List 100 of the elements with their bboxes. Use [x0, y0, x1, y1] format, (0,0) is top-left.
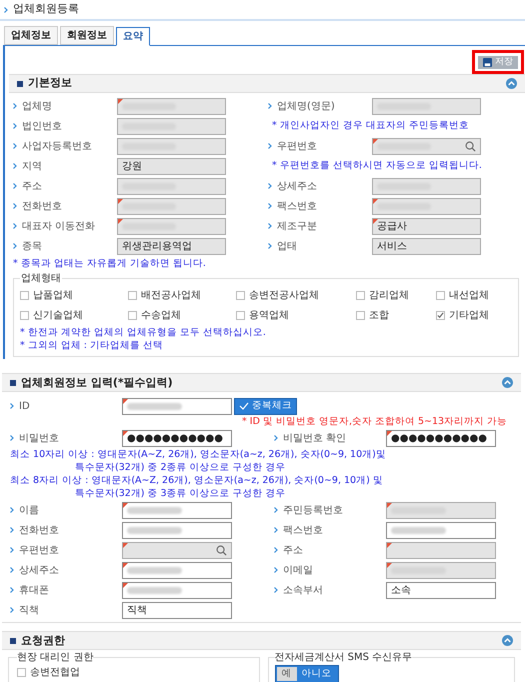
input-field[interactable]: [122, 502, 232, 519]
field-value: 위생관리용역업: [122, 240, 192, 254]
chevron-icon: [13, 183, 17, 189]
section-title: 기본정보: [28, 75, 72, 92]
field-label: 지역: [22, 160, 42, 174]
input-field[interactable]: [372, 98, 481, 114]
input-field[interactable]: [386, 562, 496, 579]
checkbox[interactable]: [128, 311, 137, 320]
input-field[interactable]: [386, 542, 496, 559]
field-label: 이메일: [283, 564, 313, 578]
square-bullet-icon: [10, 380, 16, 386]
checkbox-label: 용역업체: [249, 309, 289, 324]
field-value: 직책: [127, 604, 147, 618]
input-field[interactable]: [372, 178, 481, 194]
input-field[interactable]: [117, 98, 226, 114]
field-label: 주소: [22, 180, 42, 194]
input-field[interactable]: 서비스: [372, 238, 481, 254]
input-field[interactable]: [122, 398, 232, 415]
input-field[interactable]: [117, 178, 226, 194]
section-title: 요청권한: [21, 632, 65, 648]
chevron-icon: [10, 607, 14, 614]
input-field[interactable]: [122, 522, 232, 539]
collapse-icon[interactable]: [502, 377, 513, 388]
square-bullet-icon: [17, 80, 23, 86]
field-label: 종목: [22, 240, 42, 254]
collapse-icon[interactable]: [502, 635, 513, 646]
duplicate-check-button[interactable]: 중복체크: [234, 398, 297, 415]
chevron-icon: [268, 183, 272, 189]
field-label: 우편번호: [277, 140, 317, 154]
input-field[interactable]: 직책: [122, 602, 232, 619]
checkbox[interactable]: [356, 291, 365, 300]
search-icon[interactable]: [465, 140, 476, 152]
field-label: 비밀번호: [19, 432, 59, 446]
checkbox[interactable]: [20, 311, 29, 320]
section-title: 업체회원정보 입력(*필수입력): [21, 374, 173, 390]
input-field[interactable]: 강원: [117, 158, 226, 174]
input-field[interactable]: [386, 522, 496, 539]
checkbox[interactable]: [236, 291, 245, 300]
input-field[interactable]: [122, 562, 232, 579]
chevron-icon: [4, 6, 8, 12]
password-rule-text: 최소 10자리 이상 : 영대문자(A~Z, 26개), 영소문자(a~z, 26개), 숫자(0~9, 10개)및 특수문자(32개) 중 2종류 이상으로 구성한 경우: [10, 448, 387, 474]
chevron-icon: [268, 223, 272, 229]
chevron-icon: [10, 587, 14, 594]
tab[interactable]: 업체정보: [4, 26, 58, 45]
input-field[interactable]: [117, 118, 226, 134]
checkbox[interactable]: [128, 291, 137, 300]
search-icon[interactable]: [216, 544, 227, 556]
chevron-icon: [13, 163, 17, 169]
field-label: 우편번호: [19, 544, 59, 558]
input-field[interactable]: 소속: [386, 582, 496, 599]
field-label: 법인번호: [22, 120, 62, 134]
checkbox-label: 송변전협업: [30, 666, 80, 680]
chevron-icon: [268, 243, 272, 249]
input-field[interactable]: ●●●●●●●●●●●: [122, 430, 232, 447]
input-field[interactable]: [117, 218, 226, 234]
input-field[interactable]: 공급사: [372, 218, 481, 234]
input-field[interactable]: [122, 542, 232, 559]
field-label: 이름: [19, 504, 39, 518]
checkbox[interactable]: [436, 291, 445, 300]
chevron-icon: [13, 203, 17, 209]
input-field[interactable]: ●●●●●●●●●●●: [386, 430, 496, 447]
field-label: 팩스번호: [283, 524, 323, 538]
input-field[interactable]: [372, 198, 481, 214]
input-field[interactable]: [122, 582, 232, 599]
checkbox-label: 납품업체: [33, 289, 73, 304]
checkbox-label: 감리업체: [369, 289, 409, 304]
checkbox[interactable]: [17, 668, 26, 678]
chevron-icon: [13, 223, 17, 229]
checkbox-label: 신기술업체: [33, 309, 83, 324]
hint-text: * 종목과 업태는 자유롭게 기술하면 됩니다.: [13, 257, 207, 271]
checkbox-label: 조합: [369, 309, 389, 324]
checkbox[interactable]: [436, 311, 445, 320]
checkbox[interactable]: [236, 311, 245, 320]
field-label: 상세주소: [277, 180, 317, 194]
field-value: 소속: [391, 584, 411, 598]
input-field[interactable]: [117, 138, 226, 154]
field-label: ID: [19, 400, 30, 414]
checkbox-label: 기타업체: [449, 309, 489, 324]
input-field[interactable]: 위생관리용역업: [117, 238, 226, 254]
chevron-icon: [274, 567, 278, 574]
collapse-icon[interactable]: [506, 78, 517, 89]
input-field[interactable]: [372, 138, 481, 154]
field-value: 공급사: [377, 220, 407, 234]
field-value: 강원: [122, 160, 142, 174]
page-title: 업체회원등록: [13, 1, 79, 18]
input-field[interactable]: [386, 502, 496, 519]
field-label: 소속부서: [283, 584, 323, 598]
toggle-option[interactable]: 예: [276, 667, 296, 682]
checkbox[interactable]: [356, 311, 365, 320]
field-label: 업체명(영문): [277, 100, 335, 114]
field-label: 비밀번호 확인: [283, 432, 346, 446]
field-label: 업태: [277, 240, 297, 254]
password-rule-text: 최소 8자리 이상 : 영대문자(A~Z, 26개), 영소문자(a~z, 26개), 숫자(0~9, 10개) 및 특수문자(32개) 중 3종류 이상으로 구성한 경우: [10, 474, 384, 500]
tab[interactable]: 회원정보: [60, 26, 114, 45]
check-icon: [437, 312, 444, 320]
input-field[interactable]: [117, 198, 226, 214]
chevron-icon: [13, 143, 17, 149]
tab[interactable]: 요약: [116, 27, 150, 46]
warning-text: * ID 및 비밀번호 영문자,숫자 조합하여 5~13자리까지 가능: [241, 416, 508, 428]
checkbox[interactable]: [20, 291, 29, 300]
